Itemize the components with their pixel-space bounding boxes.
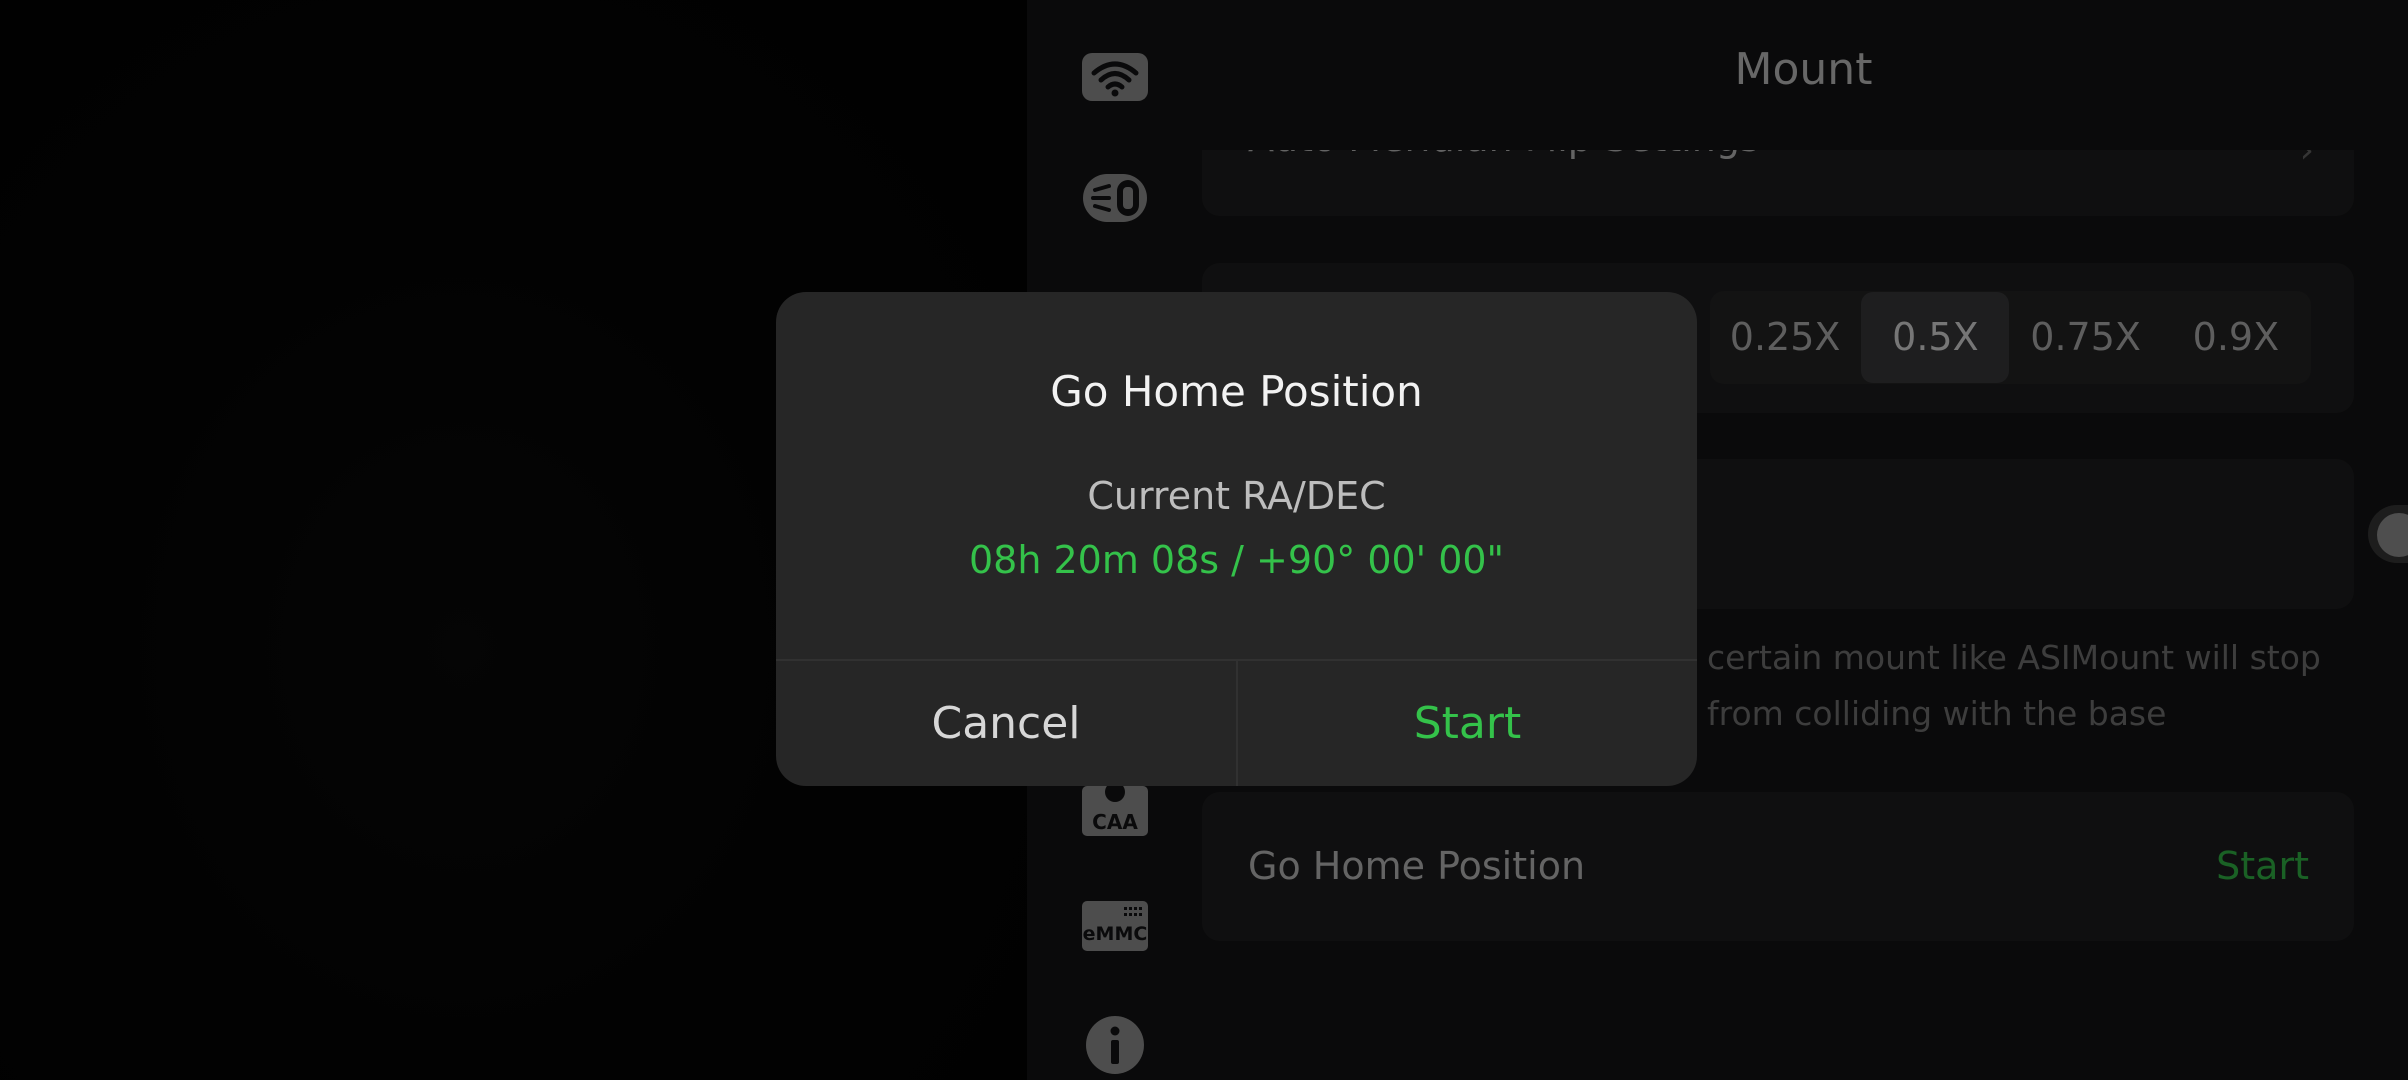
cancel-button[interactable]: Cancel [776,661,1236,786]
dialog-subtitle: Current RA/DEC [1087,474,1386,518]
go-home-dialog: Go Home Position Current RA/DEC 08h 20m … [776,292,1697,786]
ra-dec-value: 08h 20m 08s / +90° 00' 00" [968,538,1505,582]
start-button[interactable]: Start [1238,661,1697,786]
screen: CAA eMMC [0,0,2408,1080]
dialog-title: Go Home Position [1050,367,1423,416]
